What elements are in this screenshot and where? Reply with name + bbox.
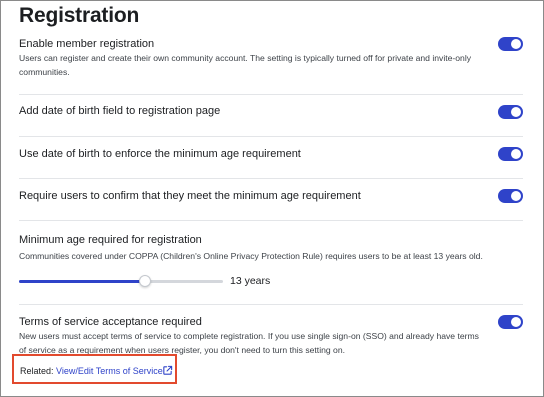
page-title: Registration	[19, 4, 140, 27]
setting-title-enforce-min-age: Use date of birth to enforce the minimum…	[19, 148, 301, 160]
divider	[19, 178, 523, 179]
external-link-icon[interactable]	[162, 365, 173, 376]
divider	[19, 94, 523, 95]
settings-panel: Registration Enable member registration …	[0, 0, 544, 397]
dob-field-toggle[interactable]	[498, 105, 523, 119]
divider	[19, 220, 523, 221]
setting-title-terms: Terms of service acceptance required	[19, 316, 202, 328]
setting-title-dob-field: Add date of birth field to registration …	[19, 105, 221, 117]
confirm-min-age-toggle[interactable]	[498, 189, 523, 203]
enforce-min-age-toggle[interactable]	[498, 147, 523, 161]
min-age-value: 13 years	[230, 275, 271, 287]
toggle-knob	[511, 317, 521, 327]
divider	[19, 136, 523, 137]
enable-registration-toggle[interactable]	[498, 37, 523, 51]
terms-acceptance-toggle[interactable]	[498, 315, 523, 329]
setting-title-min-age: Minimum age required for registration	[19, 234, 202, 246]
toggle-knob	[511, 107, 521, 117]
related-label: Related:	[20, 366, 54, 376]
min-age-slider[interactable]	[19, 275, 223, 287]
view-edit-terms-link[interactable]: View/Edit Terms of Service	[56, 366, 163, 376]
setting-description-enable-registration: Users can register and create their own …	[19, 53, 472, 77]
toggle-knob	[511, 149, 521, 159]
min-age-slider-thumb[interactable]	[139, 275, 152, 287]
setting-description-min-age: Communities covered under COPPA (Childre…	[19, 251, 483, 261]
related-links: Related: View/Edit Terms of Service	[20, 366, 163, 376]
toggle-knob	[511, 191, 521, 201]
setting-title-enable-registration: Enable member registration	[19, 38, 155, 50]
setting-title-confirm-min-age: Require users to confirm that they meet …	[19, 190, 361, 202]
setting-description-terms: New users must accept terms of service t…	[19, 331, 479, 355]
min-age-slider-fill	[19, 280, 146, 283]
toggle-knob	[511, 39, 521, 49]
divider	[19, 304, 523, 305]
